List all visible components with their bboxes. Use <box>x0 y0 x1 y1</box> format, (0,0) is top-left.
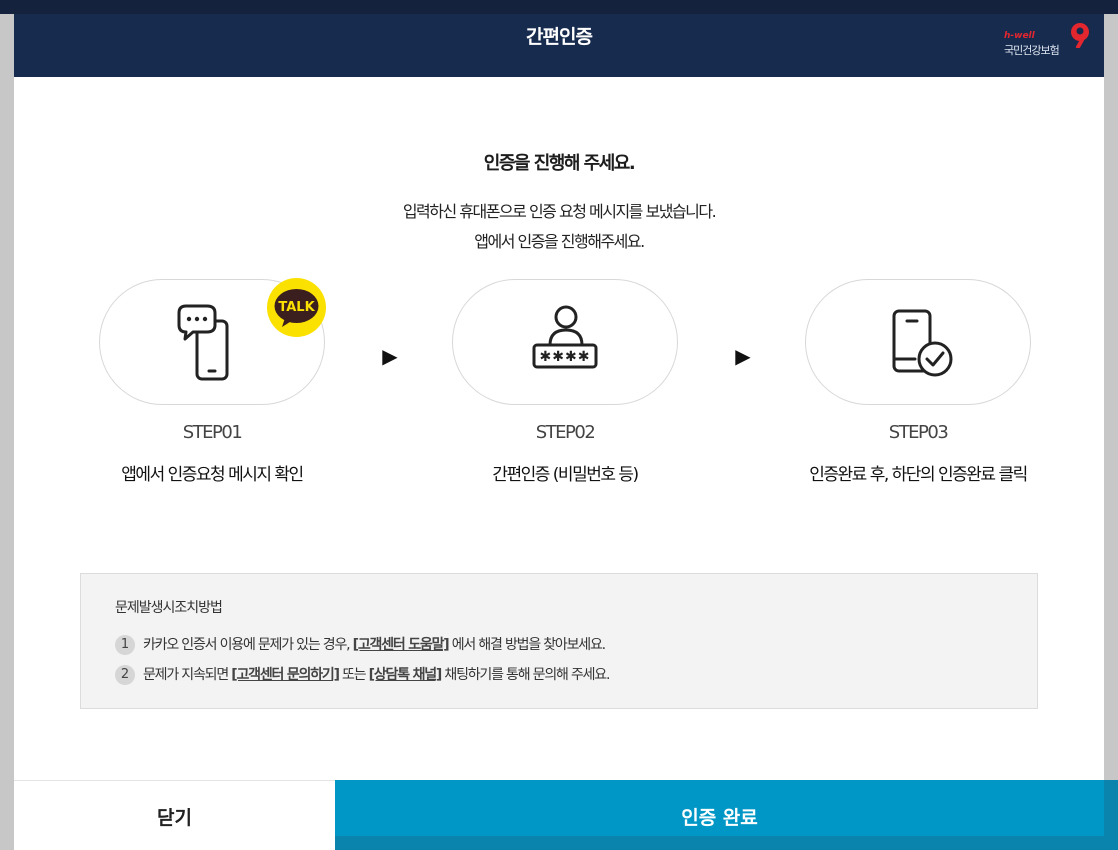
auth-modal: 간편인증 h-well 국민건강보험 인증을 진행해 주세요. 입력하신 휴대폰… <box>14 14 1104 850</box>
backdrop-top <box>0 0 1118 14</box>
help-item-2: 2 문제가 지속되면 [고객센터 문의하기] 또는 [상담톡 채널] 채팅하기를 … <box>115 664 610 686</box>
brand-name: 국민건강보험 <box>1004 44 1060 57</box>
svg-text:✱✱✱✱: ✱✱✱✱ <box>540 349 591 365</box>
help-item-1: 1 카카오 인증서 이용에 문제가 있는 경우, [고객센터 도움말] 에서 해결… <box>115 634 606 656</box>
user-password-icon: ✱✱✱✱ <box>532 305 598 369</box>
help-item-number: 1 <box>115 635 135 655</box>
description-line-1: 입력하신 휴대폰으로 인증 요청 메시지를 보냈습니다. <box>402 202 717 221</box>
phone-chat-icon <box>177 304 229 381</box>
step-1-label: STEP01 <box>182 422 243 443</box>
step-3-label: STEP03 <box>888 422 949 443</box>
backdrop-bottom <box>335 836 1118 850</box>
nhis-logo-icon <box>1071 23 1089 48</box>
customer-inquiry-link[interactable]: [고객센터 문의하기] <box>231 667 340 683</box>
talk-badge-text: TALK <box>278 300 315 315</box>
help-item-number: 2 <box>115 665 135 685</box>
help-center-link[interactable]: [고객센터 도움말] <box>353 637 450 653</box>
step-arrow-2: ▶ <box>735 344 751 368</box>
step-2-circle: ✱✱✱✱ <box>452 279 678 405</box>
help-item-text: 문제가 지속되면 <box>143 667 232 683</box>
brand-tagline: h-well <box>1004 31 1035 41</box>
step-arrow-1: ▶ <box>382 344 398 368</box>
help-item-text: 카카오 인증서 이용에 문제가 있는 경우, <box>143 637 353 653</box>
help-item-text: 에서 해결 방법을 찾아보세요. <box>448 637 606 653</box>
help-item-text: 또는 <box>338 667 369 683</box>
kakaotalk-icon: TALK <box>274 289 319 327</box>
step-1-description: 앱에서 인증요청 메시지 확인 <box>121 465 304 485</box>
modal-title: 간편인증 <box>526 26 593 48</box>
modal-header: 간편인증 h-well 국민건강보험 <box>14 14 1104 77</box>
kakaotalk-badge: TALK <box>267 278 326 337</box>
close-button[interactable]: 닫기 <box>14 780 335 850</box>
page-heading: 인증을 진행해 주세요. <box>483 153 636 174</box>
backdrop-right <box>1104 780 1118 850</box>
step-3-circle <box>805 279 1031 405</box>
brand-logo: h-well 국민건강보험 <box>1002 22 1092 58</box>
step-2-label: STEP02 <box>535 422 596 443</box>
help-box: 문제발생시조치방법 1 카카오 인증서 이용에 문제가 있는 경우, [고객센터 … <box>80 573 1038 709</box>
step-2-description: 간편인증 (비밀번호 등) <box>492 465 639 485</box>
consult-talk-channel-link[interactable]: [상담톡 채널] <box>369 667 443 683</box>
description-line-2: 앱에서 인증을 진행해주세요. <box>474 232 645 251</box>
help-title: 문제발생시조치방법 <box>115 600 223 616</box>
phone-check-icon <box>892 309 953 377</box>
help-item-text: 채팅하기를 통해 문의해 주세요. <box>441 667 610 683</box>
step-3-description: 인증완료 후, 하단의 인증완료 클릭 <box>809 465 1028 485</box>
